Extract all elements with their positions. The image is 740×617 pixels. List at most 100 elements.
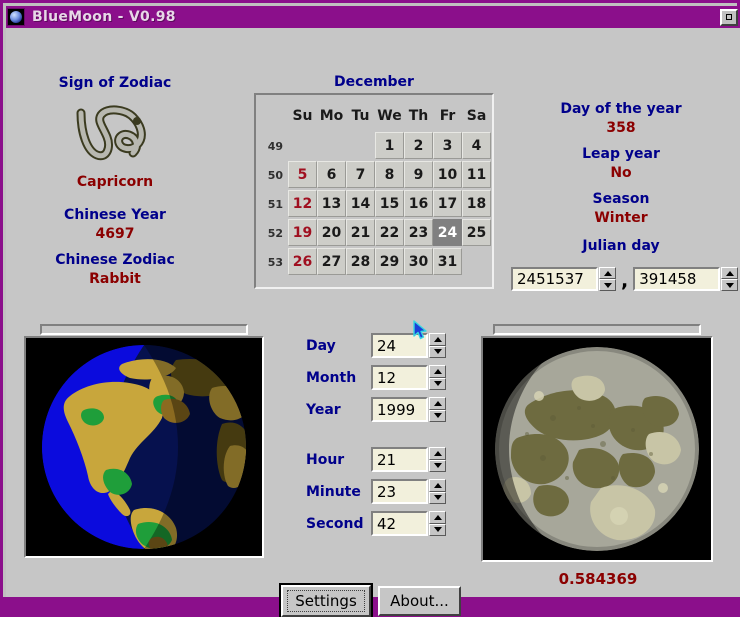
julian-fraction-input[interactable]: 391458 [633, 267, 721, 291]
arrow-down-icon [433, 495, 442, 501]
minute-stepper-down[interactable] [429, 491, 446, 504]
calendar-day-cell[interactable]: 17 [433, 190, 462, 217]
month-label: Month [306, 369, 357, 386]
hour-input[interactable]: 21 [371, 447, 428, 472]
chinese-year-label: Chinese Year [64, 207, 166, 223]
calendar-day-cell[interactable]: 19 [288, 219, 317, 246]
calendar-day-cell[interactable]: 9 [404, 161, 433, 188]
year-stepper-down[interactable] [429, 409, 446, 422]
calendar-day-cell[interactable]: 3 [433, 132, 462, 159]
title-bar-buttons [720, 8, 738, 26]
calendar-day-cell[interactable]: 16 [404, 190, 433, 217]
year-stepper-up[interactable] [429, 397, 446, 410]
calendar-cell-empty [346, 132, 375, 159]
zodiac-panel: Sign of Zodiac Capricorn Chinese Year 46… [20, 74, 210, 289]
title-bar[interactable]: BlueMoon - V0.98 [6, 6, 740, 28]
day-stepper[interactable] [429, 333, 446, 358]
calendar-day-cell[interactable]: 20 [317, 219, 346, 246]
zodiac-sign-name: Capricorn [76, 174, 154, 190]
calendar-day-cell[interactable]: 15 [375, 190, 404, 217]
day-stepper-up[interactable] [429, 333, 446, 346]
weekday-header-we: We [377, 107, 402, 124]
arrow-down-icon [603, 282, 612, 288]
calendar-day-cell[interactable]: 31 [433, 248, 462, 275]
calendar-day-cell[interactable]: 10 [433, 161, 462, 188]
month-stepper-down[interactable] [429, 377, 446, 390]
calendar-day-cell[interactable]: 25 [462, 219, 491, 246]
calendar-day-cell[interactable]: 6 [317, 161, 346, 188]
calendar-day-cell[interactable]: 18 [462, 190, 491, 217]
earth-view-slider[interactable] [40, 324, 248, 335]
julian-day-input[interactable]: 2451537 [511, 267, 598, 291]
calendar-day-cell[interactable]: 22 [375, 219, 404, 246]
second-input[interactable]: 42 [371, 511, 428, 536]
julian-fraction-stepper-down[interactable] [721, 279, 739, 291]
minute-stepper[interactable] [429, 479, 446, 504]
year-row: Year 1999 [306, 397, 446, 422]
hour-stepper-down[interactable] [429, 459, 446, 472]
arrow-down-icon [433, 527, 442, 533]
hour-stepper[interactable] [429, 447, 446, 472]
about-button[interactable]: About... [378, 586, 461, 616]
calendar-week-row: 52 19 20 21 22 23 24 25 [262, 219, 491, 248]
minute-label: Minute [306, 483, 361, 500]
earth-globe-image[interactable] [24, 336, 264, 558]
calendar-body: 49 1 2 3 4 50 5 6 7 8 9 10 11 51 12 13 14 15 16 17 18 52 19 20 2… [262, 132, 491, 277]
calendar-day-cell[interactable]: 2 [404, 132, 433, 159]
calendar-day-cell[interactable]: 21 [346, 219, 375, 246]
moon-view-slider[interactable] [493, 324, 701, 335]
application-window: BlueMoon - V0.98 Sign of Zodiac Capricor… [0, 0, 740, 617]
leap-year-label: Leap year [582, 146, 660, 162]
second-stepper[interactable] [429, 511, 446, 536]
capricorn-glyph-icon [20, 97, 210, 171]
month-row: Month 12 [306, 365, 446, 390]
weekday-header-su: Su [292, 107, 313, 124]
weekday-header-sa: Sa [466, 107, 487, 124]
restore-window-button[interactable] [720, 8, 738, 26]
calendar-day-cell[interactable]: 8 [375, 161, 404, 188]
julian-day-stepper-up[interactable] [599, 267, 616, 279]
year-input[interactable]: 1999 [371, 397, 428, 422]
week-number: 50 [267, 169, 283, 182]
month-stepper-up[interactable] [429, 365, 446, 378]
julian-day-stepper[interactable] [599, 267, 616, 291]
minute-input[interactable]: 23 [371, 479, 428, 504]
calendar-day-cell[interactable]: 30 [404, 248, 433, 275]
time-group: Hour 21 Minute 23 Second 42 [306, 447, 446, 536]
calendar-day-cell[interactable]: 1 [375, 132, 404, 159]
season-label: Season [592, 191, 650, 207]
second-stepper-down[interactable] [429, 523, 446, 536]
calendar-cell-empty [317, 132, 346, 159]
calendar-day-cell[interactable]: 14 [346, 190, 375, 217]
julian-day-stepper-down[interactable] [599, 279, 616, 291]
settings-button[interactable]: Settings [279, 583, 373, 617]
day-of-year-value: 358 [606, 120, 636, 136]
julian-day-label: Julian day [582, 238, 660, 254]
calendar-day-cell[interactable]: 5 [288, 161, 317, 188]
julian-fraction-stepper-up[interactable] [721, 267, 739, 279]
hour-stepper-up[interactable] [429, 447, 446, 460]
moon-phase-image[interactable] [481, 336, 713, 562]
minute-stepper-up[interactable] [429, 479, 446, 492]
calendar-day-cell[interactable]: 28 [346, 248, 375, 275]
month-input[interactable]: 12 [371, 365, 428, 390]
month-stepper[interactable] [429, 365, 446, 390]
calendar-day-cell[interactable]: 29 [375, 248, 404, 275]
day-of-year-label: Day of the year [560, 101, 682, 117]
year-stepper[interactable] [429, 397, 446, 422]
day-stepper-down[interactable] [429, 345, 446, 358]
calendar-day-cell[interactable]: 13 [317, 190, 346, 217]
calendar-day-cell[interactable]: 12 [288, 190, 317, 217]
calendar-day-cell[interactable]: 27 [317, 248, 346, 275]
calendar-day-cell[interactable]: 26 [288, 248, 317, 275]
second-stepper-up[interactable] [429, 511, 446, 524]
calendar-day-cell[interactable]: 7 [346, 161, 375, 188]
calendar-month-title: December [334, 74, 414, 90]
calendar-panel[interactable]: Su Mo Tu We Th Fr Sa 49 1 2 3 4 50 5 6 7 8 9 10 11 51… [254, 93, 494, 289]
julian-fraction-stepper[interactable] [721, 267, 739, 291]
calendar-day-cell[interactable]: 11 [462, 161, 491, 188]
season-value: Winter [594, 210, 648, 226]
calendar-day-cell[interactable]: 24 [433, 219, 462, 246]
calendar-day-cell[interactable]: 4 [462, 132, 491, 159]
calendar-day-cell[interactable]: 23 [404, 219, 433, 246]
